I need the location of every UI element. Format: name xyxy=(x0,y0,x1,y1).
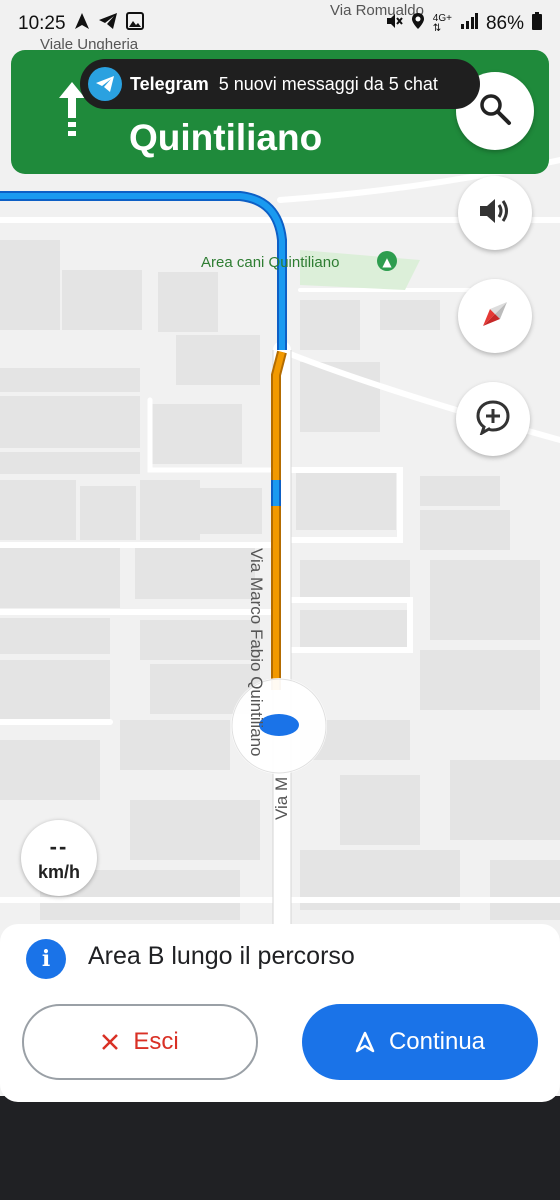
notification-message: 5 nuovi messaggi da 5 chat xyxy=(218,73,438,94)
poi-label-area-cani[interactable]: Area cani Quintiliano xyxy=(201,254,339,271)
exit-button[interactable]: Esci xyxy=(22,1004,258,1080)
volume-icon xyxy=(478,196,512,231)
status-bar: 10:25 4G+ ⇅ 86% xyxy=(0,0,560,48)
navigation-arrow-icon xyxy=(355,1031,375,1053)
telegram-logo-icon xyxy=(88,67,122,101)
compass-button[interactable] xyxy=(458,279,532,353)
alert-sheet: i Area B lungo il percorso Esci Continua xyxy=(0,924,560,1102)
report-plus-icon xyxy=(475,399,511,440)
add-report-button[interactable] xyxy=(456,382,530,456)
lower-street-label: Via M xyxy=(272,776,291,820)
telegram-notification[interactable]: Telegram 5 nuovi messaggi da 5 chat xyxy=(80,59,480,109)
signal-icon xyxy=(460,13,478,35)
close-icon xyxy=(101,1033,119,1051)
clock: 10:25 xyxy=(18,13,66,34)
continue-button[interactable]: Continua xyxy=(302,1004,538,1080)
route-street-label: Via Marco Fabio Quintiliano xyxy=(247,548,266,757)
battery-icon xyxy=(532,12,542,36)
sound-button[interactable] xyxy=(458,176,532,250)
alert-message: Area B lungo il percorso xyxy=(88,942,355,970)
exit-button-label: Esci xyxy=(133,1028,179,1055)
search-icon xyxy=(478,92,512,131)
battery-percent: 86% xyxy=(485,13,524,34)
next-street-name: Quintiliano xyxy=(129,117,323,158)
network-4g-icon: 4G+ ⇅ xyxy=(432,13,452,34)
compass-icon xyxy=(478,297,512,336)
speed-value: -- xyxy=(49,834,69,859)
speedometer: -- km/h xyxy=(21,820,97,896)
notification-app-name: Telegram xyxy=(130,73,209,94)
continue-button-label: Continua xyxy=(388,1028,486,1055)
info-icon: i xyxy=(26,939,66,979)
location-icon xyxy=(411,12,425,36)
mute-icon xyxy=(385,12,403,36)
speed-unit: km/h xyxy=(37,862,80,882)
navigation-bar-background xyxy=(0,1096,560,1200)
svg-text:▲: ▲ xyxy=(382,255,392,269)
navigation-icon xyxy=(74,12,90,36)
gallery-icon xyxy=(125,12,144,36)
telegram-icon xyxy=(98,12,118,36)
